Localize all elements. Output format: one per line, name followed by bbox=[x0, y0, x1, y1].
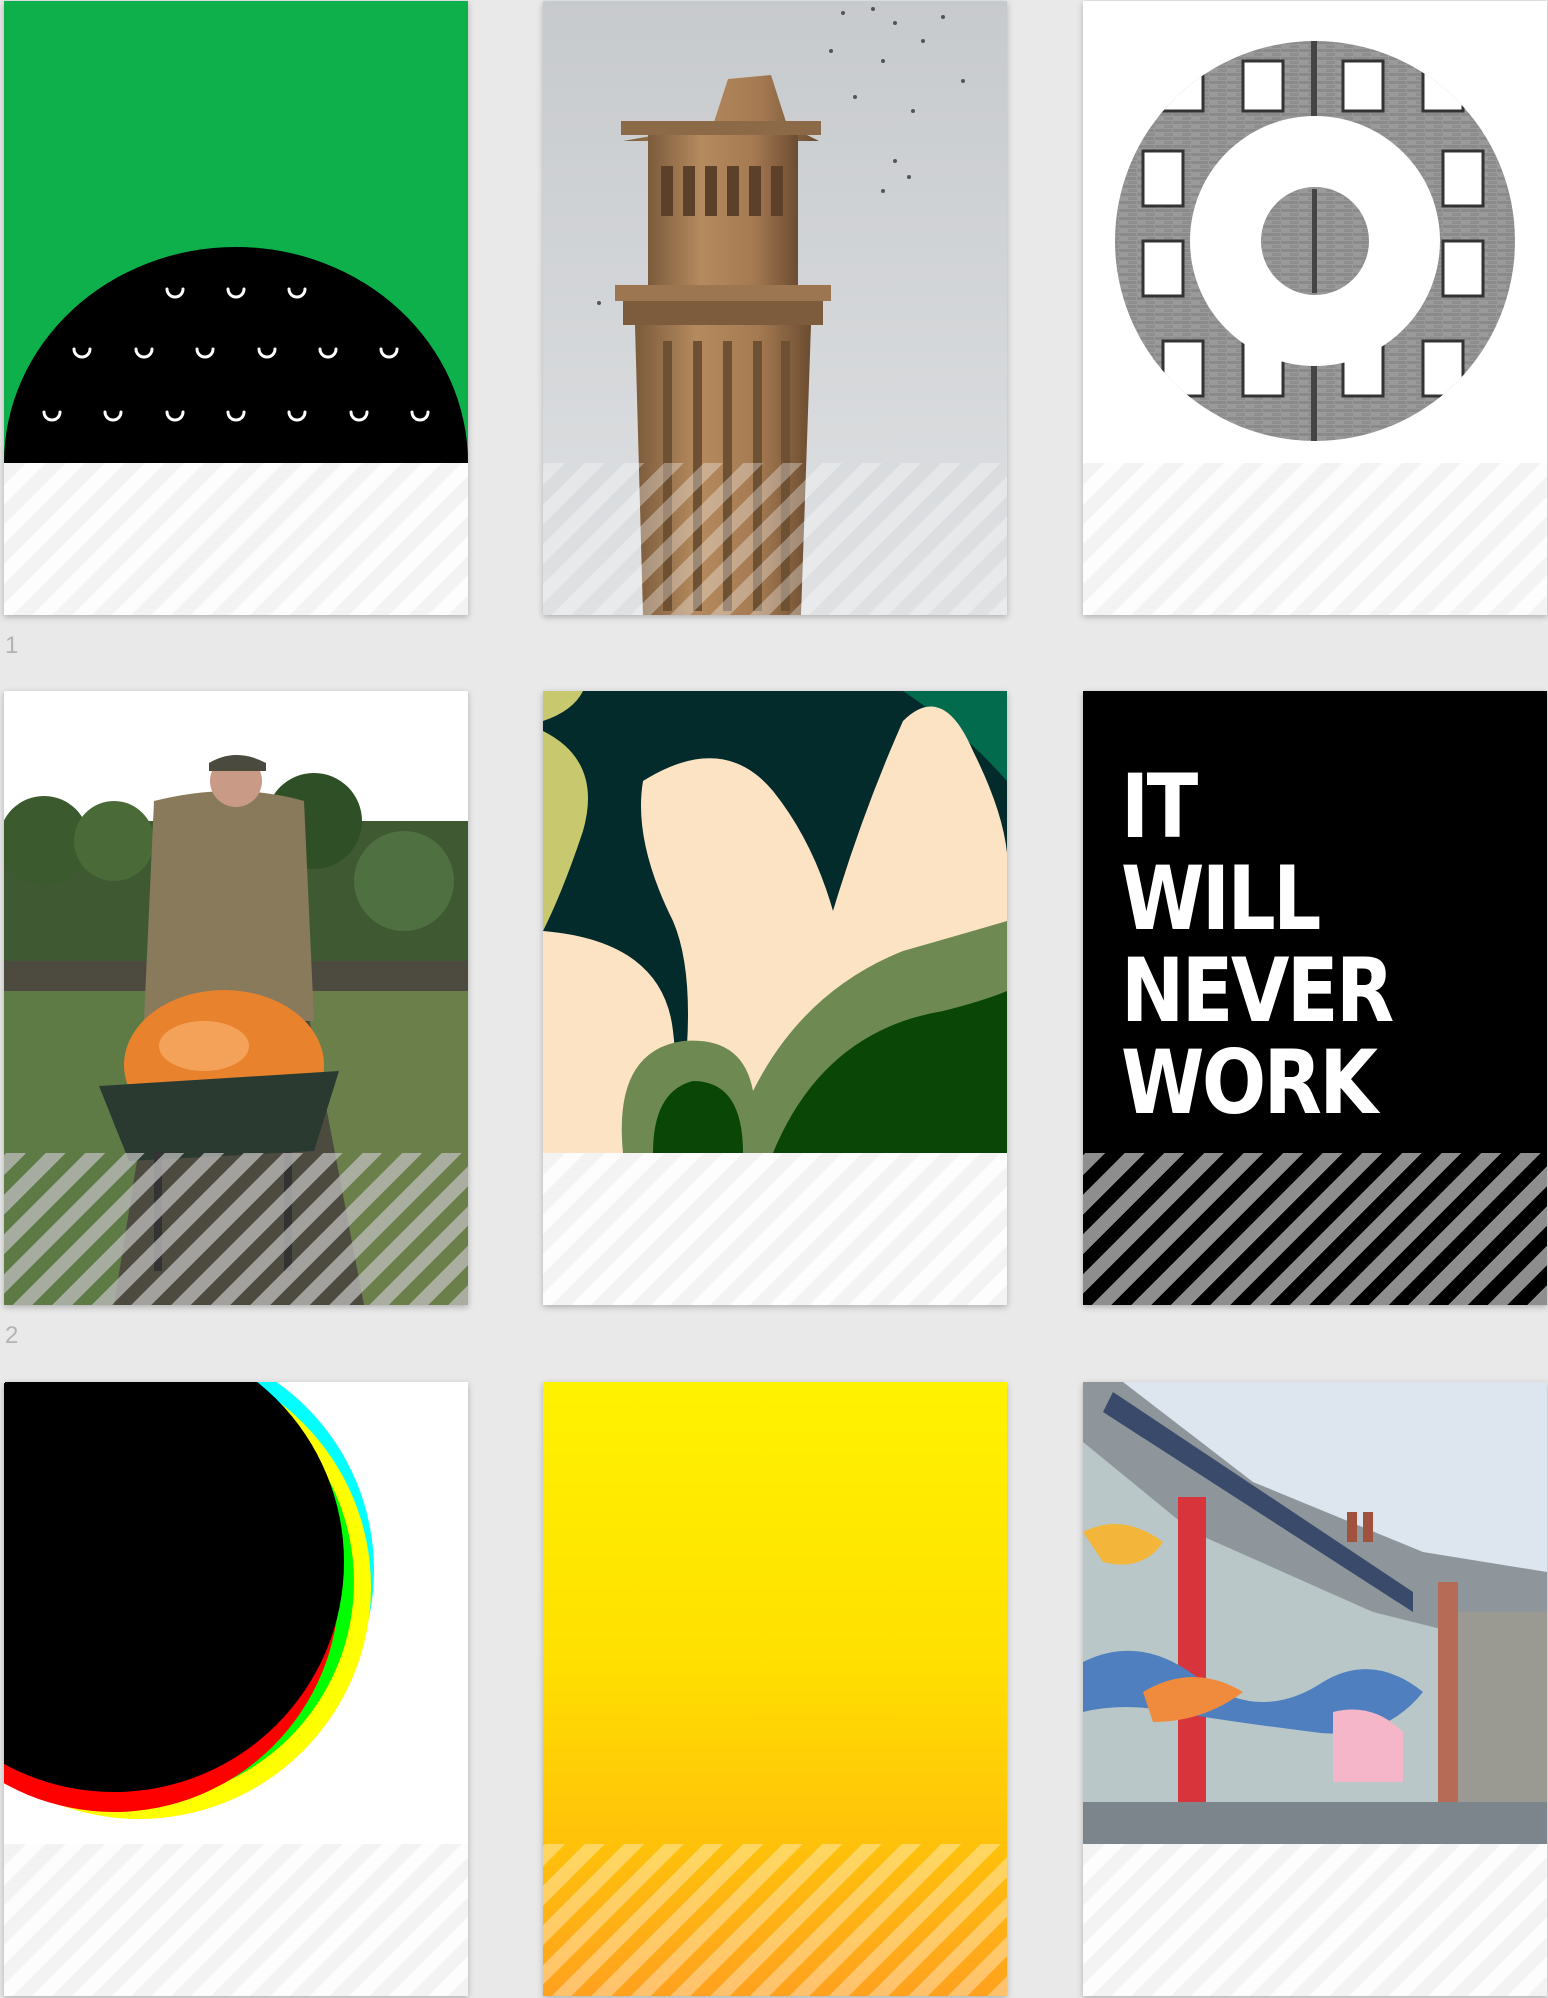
slogan-line: WILL bbox=[1121, 847, 1321, 950]
slogan-text: IT WILL NEVER WORK bbox=[1121, 755, 1394, 1134]
card-building-ring[interactable] bbox=[1083, 1, 1547, 615]
slogan-line: IT bbox=[1121, 755, 1198, 858]
card-pumpkin-man[interactable] bbox=[4, 691, 468, 1305]
slogan-line: WORK bbox=[1121, 1031, 1378, 1134]
botanical-artwork bbox=[543, 691, 1007, 1153]
striped-footer bbox=[543, 1844, 1007, 1996]
card-botanical-shapes[interactable] bbox=[543, 691, 1007, 1305]
striped-footer bbox=[4, 1844, 468, 1996]
mural-photo bbox=[1083, 1382, 1547, 1844]
card-mural-building[interactable] bbox=[1083, 1382, 1547, 1996]
card-eclipse[interactable] bbox=[4, 1382, 468, 1996]
striped-footer bbox=[543, 463, 1007, 615]
row-number: 1 bbox=[5, 632, 19, 659]
card-yellow-gradient[interactable] bbox=[543, 1382, 1007, 1996]
striped-footer bbox=[1083, 463, 1547, 615]
slogan-panel: IT WILL NEVER WORK bbox=[1083, 691, 1547, 1153]
striped-footer bbox=[1083, 1844, 1547, 1996]
building-ring-artwork bbox=[1083, 1, 1547, 463]
green-hill-artwork bbox=[4, 1, 468, 463]
slogan-line: NEVER bbox=[1121, 939, 1394, 1042]
card-chimney-tower[interactable] bbox=[543, 1, 1007, 615]
card-green-hill[interactable] bbox=[4, 1, 468, 615]
row-number: 2 bbox=[5, 1322, 19, 1349]
striped-footer bbox=[4, 463, 468, 615]
striped-footer bbox=[4, 1153, 468, 1305]
card-slogan[interactable]: IT WILL NEVER WORK bbox=[1083, 691, 1547, 1305]
eclipse-artwork bbox=[4, 1382, 468, 1844]
striped-footer bbox=[1083, 1153, 1547, 1305]
striped-footer bbox=[543, 1153, 1007, 1305]
